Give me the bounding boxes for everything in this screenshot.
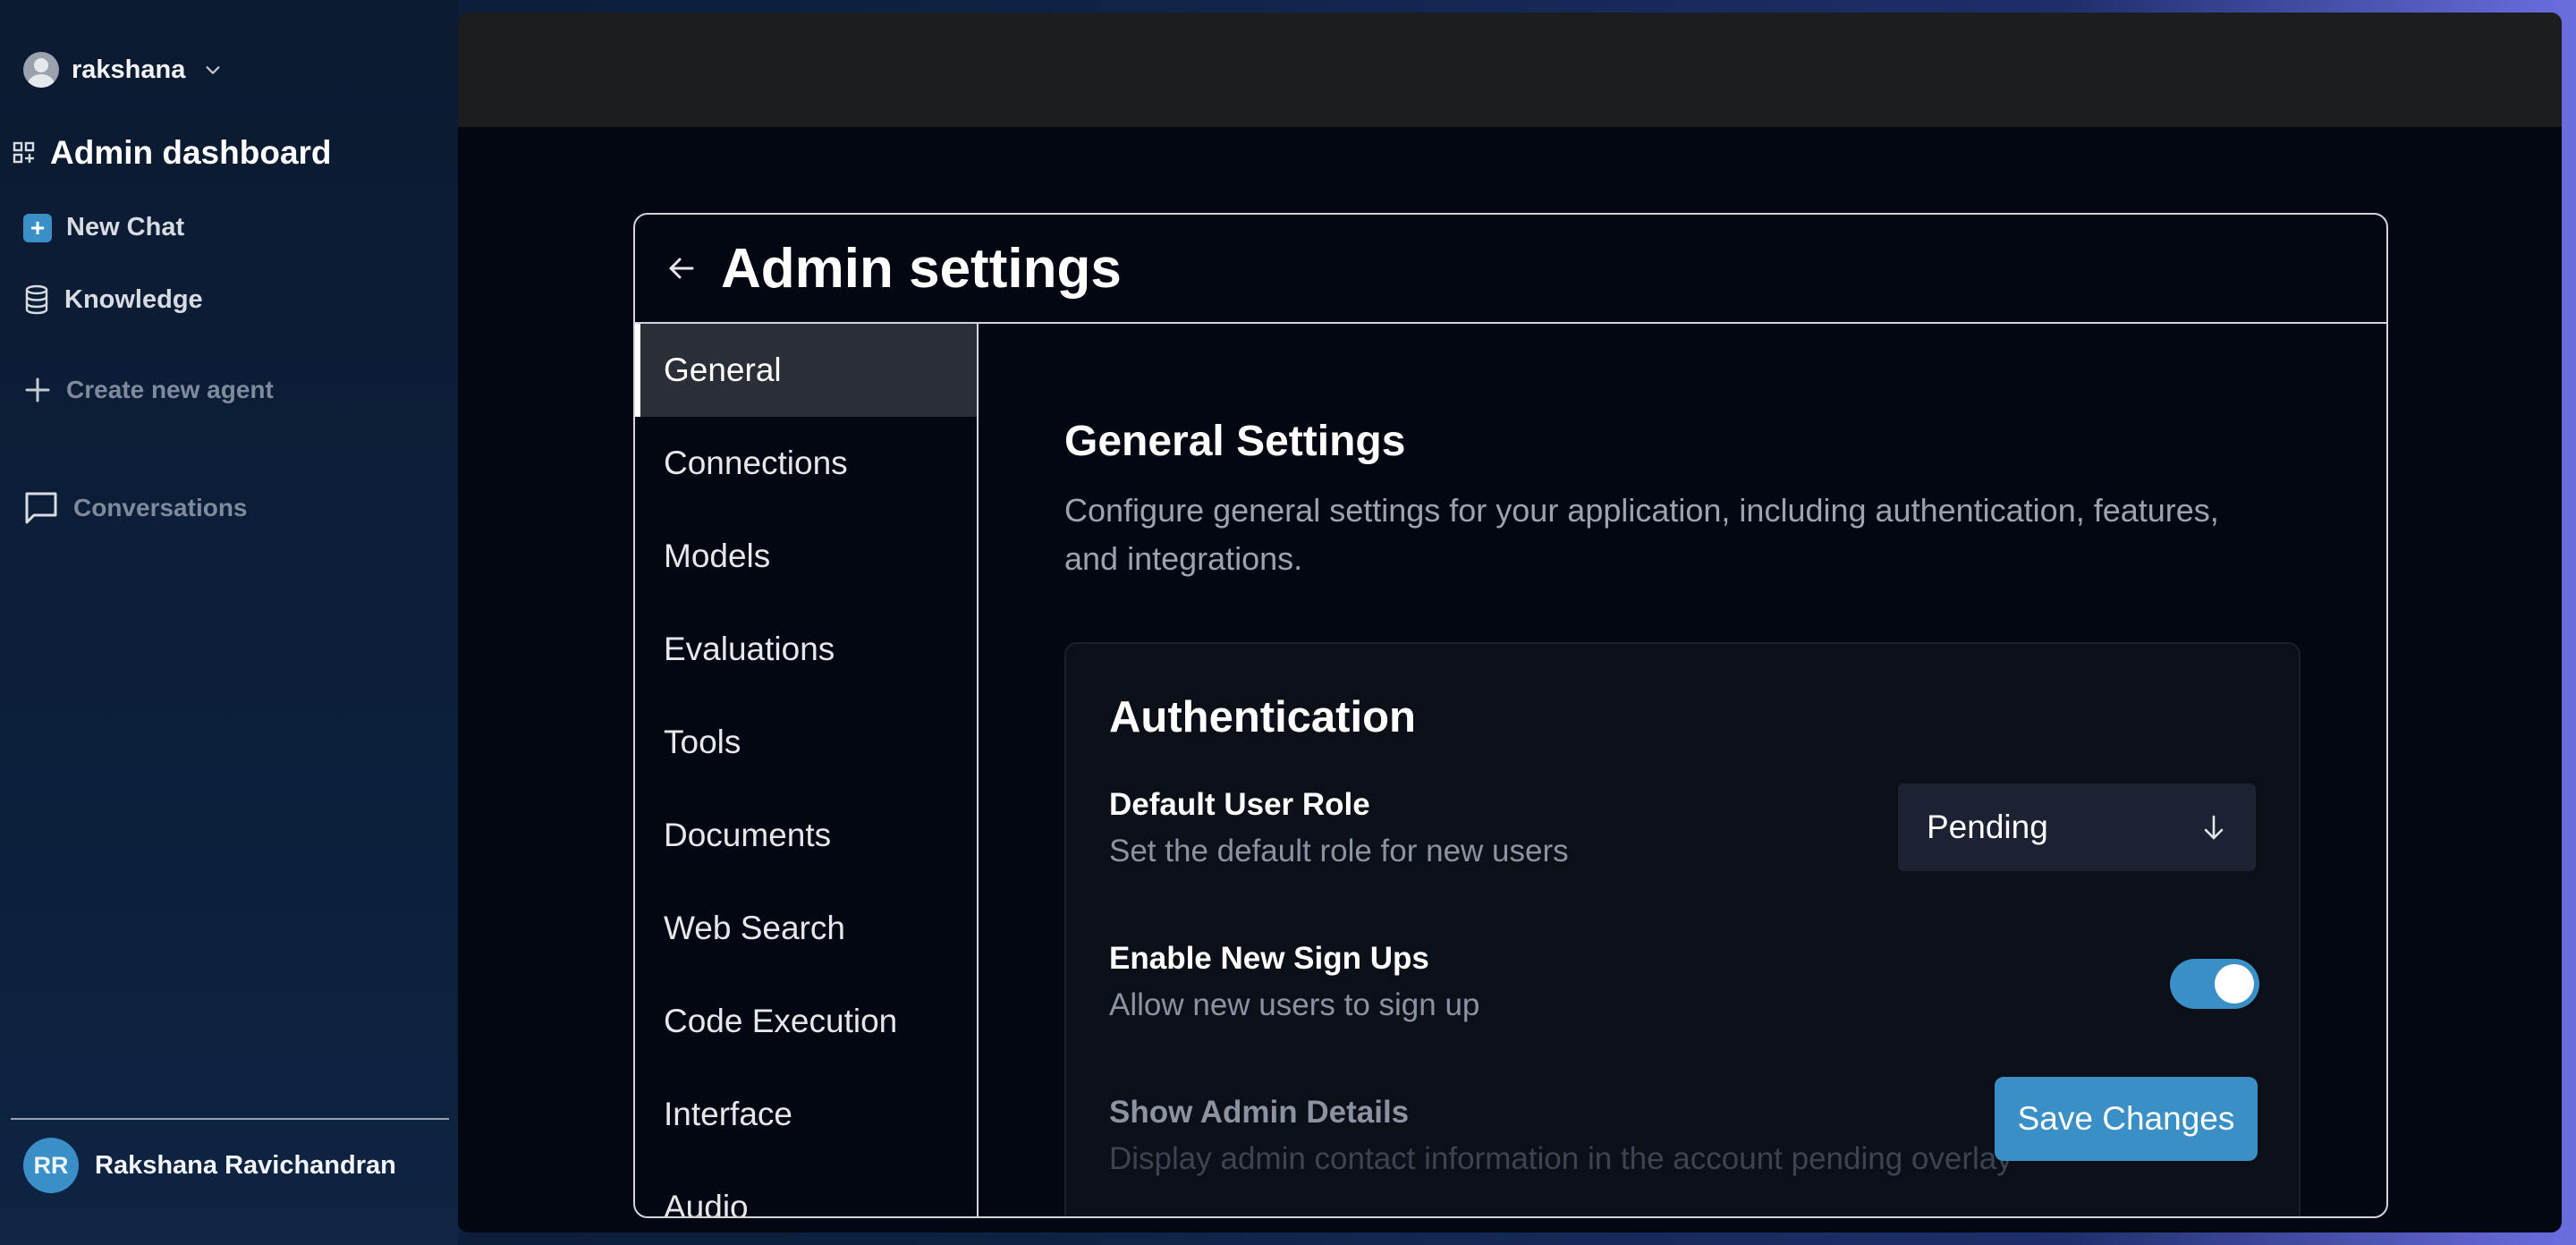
sidebar-item-knowledge[interactable]: Knowledge xyxy=(23,284,203,315)
chat-bubble-icon xyxy=(25,492,57,524)
new-chat-label: New Chat xyxy=(66,213,185,241)
grid-icon xyxy=(13,141,35,164)
admin-details-description: Display admin contact information in the… xyxy=(1109,1141,2012,1176)
user-menu[interactable]: rakshana xyxy=(23,50,223,89)
save-changes-button[interactable]: Save Changes xyxy=(1995,1077,2258,1161)
card-title: Authentication xyxy=(1109,693,1416,741)
section-title: General Settings xyxy=(1064,418,1406,465)
tab-evaluations[interactable]: Evaluations xyxy=(635,603,977,696)
tab-code-execution[interactable]: Code Execution xyxy=(635,975,977,1068)
admin-settings-panel: Admin settings General Connections Model… xyxy=(633,213,2388,1218)
tab-web-search[interactable]: Web Search xyxy=(635,882,977,975)
account-menu[interactable]: RR Rakshana Ravichandran xyxy=(23,1138,396,1193)
tab-models[interactable]: Models xyxy=(635,510,977,603)
user-avatar xyxy=(23,52,59,88)
tab-interface[interactable]: Interface xyxy=(635,1068,977,1161)
tab-general[interactable]: General xyxy=(635,324,977,417)
conversations-label: Conversations xyxy=(73,494,248,521)
top-bar xyxy=(458,13,2562,127)
section-description: Configure general settings for your appl… xyxy=(1064,492,2219,577)
database-icon xyxy=(25,284,48,315)
tab-audio[interactable]: Audio xyxy=(635,1161,977,1216)
arrow-down-icon xyxy=(2204,815,2224,840)
settings-tabs: General Connections Models Evaluations T… xyxy=(635,324,979,1216)
tab-tools[interactable]: Tools xyxy=(635,696,977,789)
sidebar-divider xyxy=(11,1118,449,1120)
create-agent-button[interactable]: Create new agent xyxy=(23,376,274,404)
sidebar-item-admin-dashboard[interactable]: Admin dashboard xyxy=(13,134,332,172)
tab-connections[interactable]: Connections xyxy=(635,417,977,510)
signup-description: Allow new users to sign up xyxy=(1109,987,1480,1022)
default-role-value: Pending xyxy=(1927,809,2048,845)
toggle-knob xyxy=(2215,964,2254,1004)
panel-header: Admin settings xyxy=(635,215,2386,324)
default-role-select[interactable]: Pending xyxy=(1898,783,2256,871)
tab-documents[interactable]: Documents xyxy=(635,789,977,882)
page-title: Admin settings xyxy=(721,237,1122,300)
avatar: RR xyxy=(23,1138,79,1193)
user-name: rakshana xyxy=(72,55,186,84)
signup-label: Enable New Sign Ups xyxy=(1109,941,1429,976)
back-arrow-icon[interactable] xyxy=(665,252,698,284)
admin-details-label: Show Admin Details xyxy=(1109,1095,1410,1130)
admin-dashboard-label: Admin dashboard xyxy=(50,134,332,171)
default-role-label: Default User Role xyxy=(1109,787,1370,822)
plus-icon: + xyxy=(23,213,52,242)
default-role-description: Set the default role for new users xyxy=(1109,834,1569,868)
signup-toggle[interactable] xyxy=(2170,959,2259,1009)
account-name: Rakshana Ravichandran xyxy=(95,1150,396,1180)
sidebar-item-conversations[interactable]: Conversations xyxy=(23,490,248,526)
main-window: Admin settings General Connections Model… xyxy=(458,13,2562,1232)
create-agent-label: Create new agent xyxy=(66,376,274,403)
chevron-down-icon xyxy=(206,66,220,74)
sidebar: rakshana Admin dashboard + New Chat Know… xyxy=(0,0,458,1245)
knowledge-label: Knowledge xyxy=(64,284,203,314)
sidebar-item-new-chat[interactable]: + New Chat xyxy=(23,213,184,242)
plus-icon xyxy=(25,377,50,402)
